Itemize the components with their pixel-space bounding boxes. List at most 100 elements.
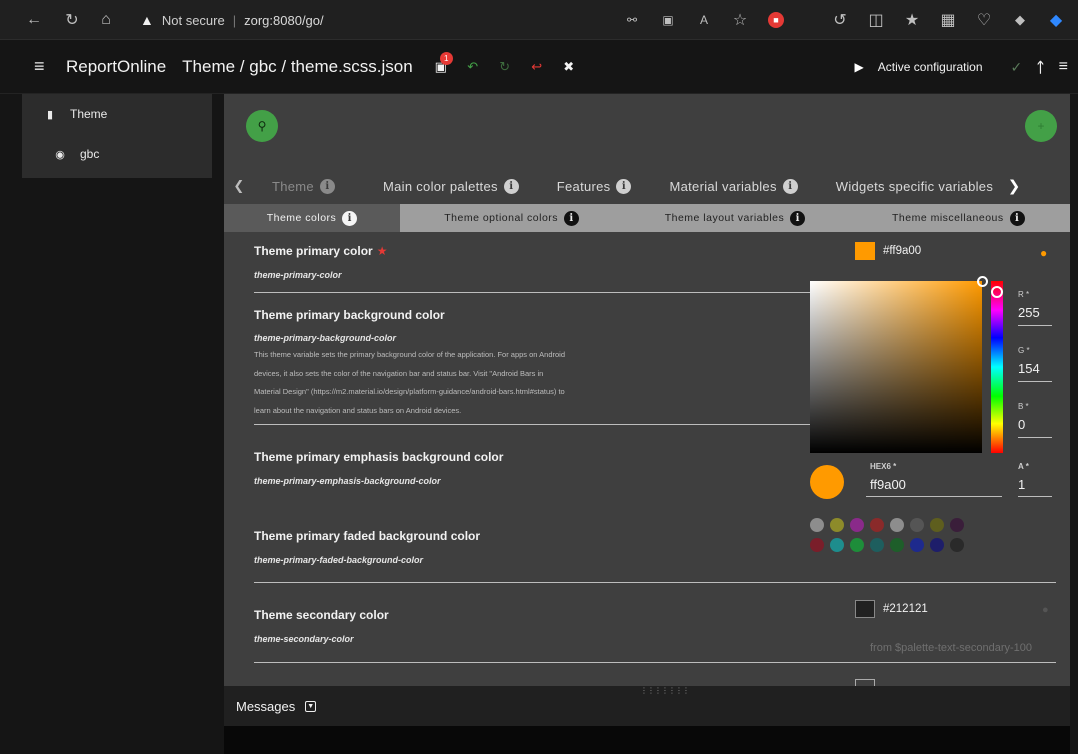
hex-field[interactable]: HEX6 * ff9a00 [866, 462, 1002, 497]
description-line: This theme variable sets the primary bac… [254, 350, 566, 359]
url-text: zorg:8080/go/ [244, 12, 324, 28]
tab-features[interactable]: Features i [557, 178, 632, 194]
tab-theme[interactable]: Theme i [272, 178, 335, 194]
palette-swatch[interactable] [930, 518, 944, 532]
info-icon: i [782, 178, 798, 194]
alpha-value[interactable]: 1 [1018, 477, 1052, 492]
home-icon[interactable]: ⌂ [92, 6, 120, 34]
palette-swatch[interactable] [830, 538, 844, 552]
branch-icon[interactable]: ᛏ [1036, 59, 1044, 75]
description-line: learn about the navigation and status ba… [254, 405, 462, 415]
sidebar-item-label: gbc [80, 147, 100, 161]
field-theme-primary-background-color: Theme primary background color theme-pri… [254, 308, 820, 425]
back-icon[interactable]: ← [20, 6, 48, 34]
palette-swatch[interactable] [810, 538, 824, 552]
field-label: Theme secondary color [254, 608, 389, 622]
palette-swatch[interactable] [910, 538, 924, 552]
palette-swatch[interactable] [890, 538, 904, 552]
tabs-scroll-left-icon[interactable]: ❮ [224, 178, 254, 194]
secondary-tabs: Theme colors i Theme optional colors i T… [224, 204, 1070, 232]
blue-field[interactable]: B * 0 [1018, 402, 1052, 438]
tab-label: Material variables [669, 178, 777, 194]
field-underline [1018, 381, 1052, 382]
row-separator [254, 662, 1056, 663]
revert-button[interactable]: ↩ [521, 51, 553, 83]
read-aloud-icon[interactable]: A [690, 6, 718, 34]
green-value[interactable]: 154 [1018, 361, 1052, 376]
sidebar-item-theme[interactable]: ▮ Theme [22, 94, 212, 134]
palette-swatch[interactable] [950, 518, 964, 532]
tab-theme-optional-colors[interactable]: Theme optional colors i [400, 204, 623, 232]
sidebar-item-gbc[interactable]: ◉ gbc [22, 134, 212, 174]
play-icon[interactable]: ▶ [855, 60, 864, 74]
field-theme-primary-emphasis-background-color: Theme primary emphasis background color … [254, 450, 820, 486]
resize-handle[interactable]: ⋮⋮⋮⋮⋮⋮⋮ [640, 686, 690, 695]
palette-swatch[interactable] [930, 538, 944, 552]
palette-swatch[interactable] [890, 518, 904, 532]
search-icon: ⚲ [257, 119, 267, 133]
red-value[interactable]: 255 [1018, 305, 1052, 320]
favorite-star-icon[interactable]: ☆ [726, 6, 754, 34]
collections-icon[interactable]: ▦ [934, 6, 962, 34]
palette-swatch[interactable] [810, 518, 824, 532]
tab-main-color-palettes[interactable]: Main color palettes i [383, 178, 519, 194]
tab-theme-miscellaneous[interactable]: Theme miscellaneous i [847, 204, 1070, 232]
tab-theme-layout-variables[interactable]: Theme layout variables i [623, 204, 846, 232]
red-field[interactable]: R * 255 [1018, 290, 1052, 326]
palette-swatch[interactable] [850, 518, 864, 532]
active-configuration-label[interactable]: Active configuration [878, 60, 983, 74]
palette-swatch[interactable] [850, 538, 864, 552]
hex-value[interactable]: ff9a00 [870, 477, 1002, 492]
screen-icon[interactable]: ▣ [654, 6, 682, 34]
redo-button[interactable]: ↻ [489, 51, 521, 83]
add-button[interactable]: + [1025, 110, 1057, 142]
menu-icon[interactable]: ≡ [34, 56, 62, 77]
color-swatch[interactable] [855, 242, 875, 260]
palette-swatch[interactable] [870, 518, 884, 532]
green-field[interactable]: G * 154 [1018, 346, 1052, 382]
hue-handle[interactable] [991, 286, 1003, 298]
messages-label: Messages [236, 698, 296, 714]
key-icon[interactable]: ⚯ [618, 6, 646, 34]
primary-color-value[interactable]: #ff9a00 [855, 242, 921, 260]
palette-icon[interactable]: ● [1040, 246, 1047, 260]
tab-widgets-specific-variables[interactable]: Widgets specific variables [836, 179, 993, 194]
undo-button[interactable]: ↶ [457, 51, 489, 83]
tabs-scroll-right-icon[interactable]: ❯ [999, 177, 1029, 195]
more-menu-icon[interactable]: ≡ [1059, 58, 1068, 76]
page-scrollbar[interactable] [1070, 94, 1078, 754]
field-variable-name: theme-primary-faded-background-color [254, 555, 424, 565]
search-button[interactable]: ⚲ [246, 110, 278, 142]
refresh-extension-icon[interactable]: ↺ [826, 6, 854, 34]
hue-slider[interactable] [991, 281, 1003, 453]
palette-icon[interactable]: ● [1042, 604, 1049, 616]
alpha-field[interactable]: A * 1 [1018, 462, 1052, 497]
secondary-color-value[interactable]: #212121 [855, 600, 928, 618]
color-swatch[interactable] [855, 600, 875, 618]
palette-swatch[interactable] [910, 518, 924, 532]
tab-theme-colors[interactable]: Theme colors i [224, 204, 400, 232]
close-button[interactable]: ✖ [553, 51, 585, 83]
field-variable-name: theme-primary-color [254, 270, 342, 280]
extensions-icon[interactable]: ◆ [1006, 6, 1034, 34]
field-variable-name: theme-primary-emphasis-background-color [254, 476, 441, 486]
favorites-icon[interactable]: ★ [898, 6, 926, 34]
tab-material-variables[interactable]: Material variables i [669, 178, 798, 194]
palette-swatch[interactable] [830, 518, 844, 532]
copilot-icon[interactable]: ◆ [1042, 6, 1070, 34]
extension-red-icon[interactable]: ■ [762, 6, 790, 34]
color-swatch[interactable] [855, 679, 875, 686]
blue-value[interactable]: 0 [1018, 417, 1052, 432]
sv-handle[interactable] [977, 276, 988, 287]
save-button[interactable]: ▣ 1 [425, 51, 457, 83]
browser-extensions: ⚯ ▣ A ☆ ■ ↺ ◫ ★ ▦ ♡ ◆ ◆ [618, 6, 1070, 34]
collapse-messages-icon[interactable]: ▼ [305, 700, 317, 712]
check-icon[interactable]: ✓ [1011, 59, 1023, 76]
reload-icon[interactable]: ↻ [58, 6, 86, 34]
palette-swatch[interactable] [870, 538, 884, 552]
heart-icon[interactable]: ♡ [970, 6, 998, 34]
split-screen-icon[interactable]: ◫ [862, 6, 890, 34]
palette-swatch[interactable] [950, 538, 964, 552]
saturation-value-area[interactable] [810, 276, 988, 453]
secondary-color-hint: from $palette-text-secondary-100 [870, 642, 1033, 654]
